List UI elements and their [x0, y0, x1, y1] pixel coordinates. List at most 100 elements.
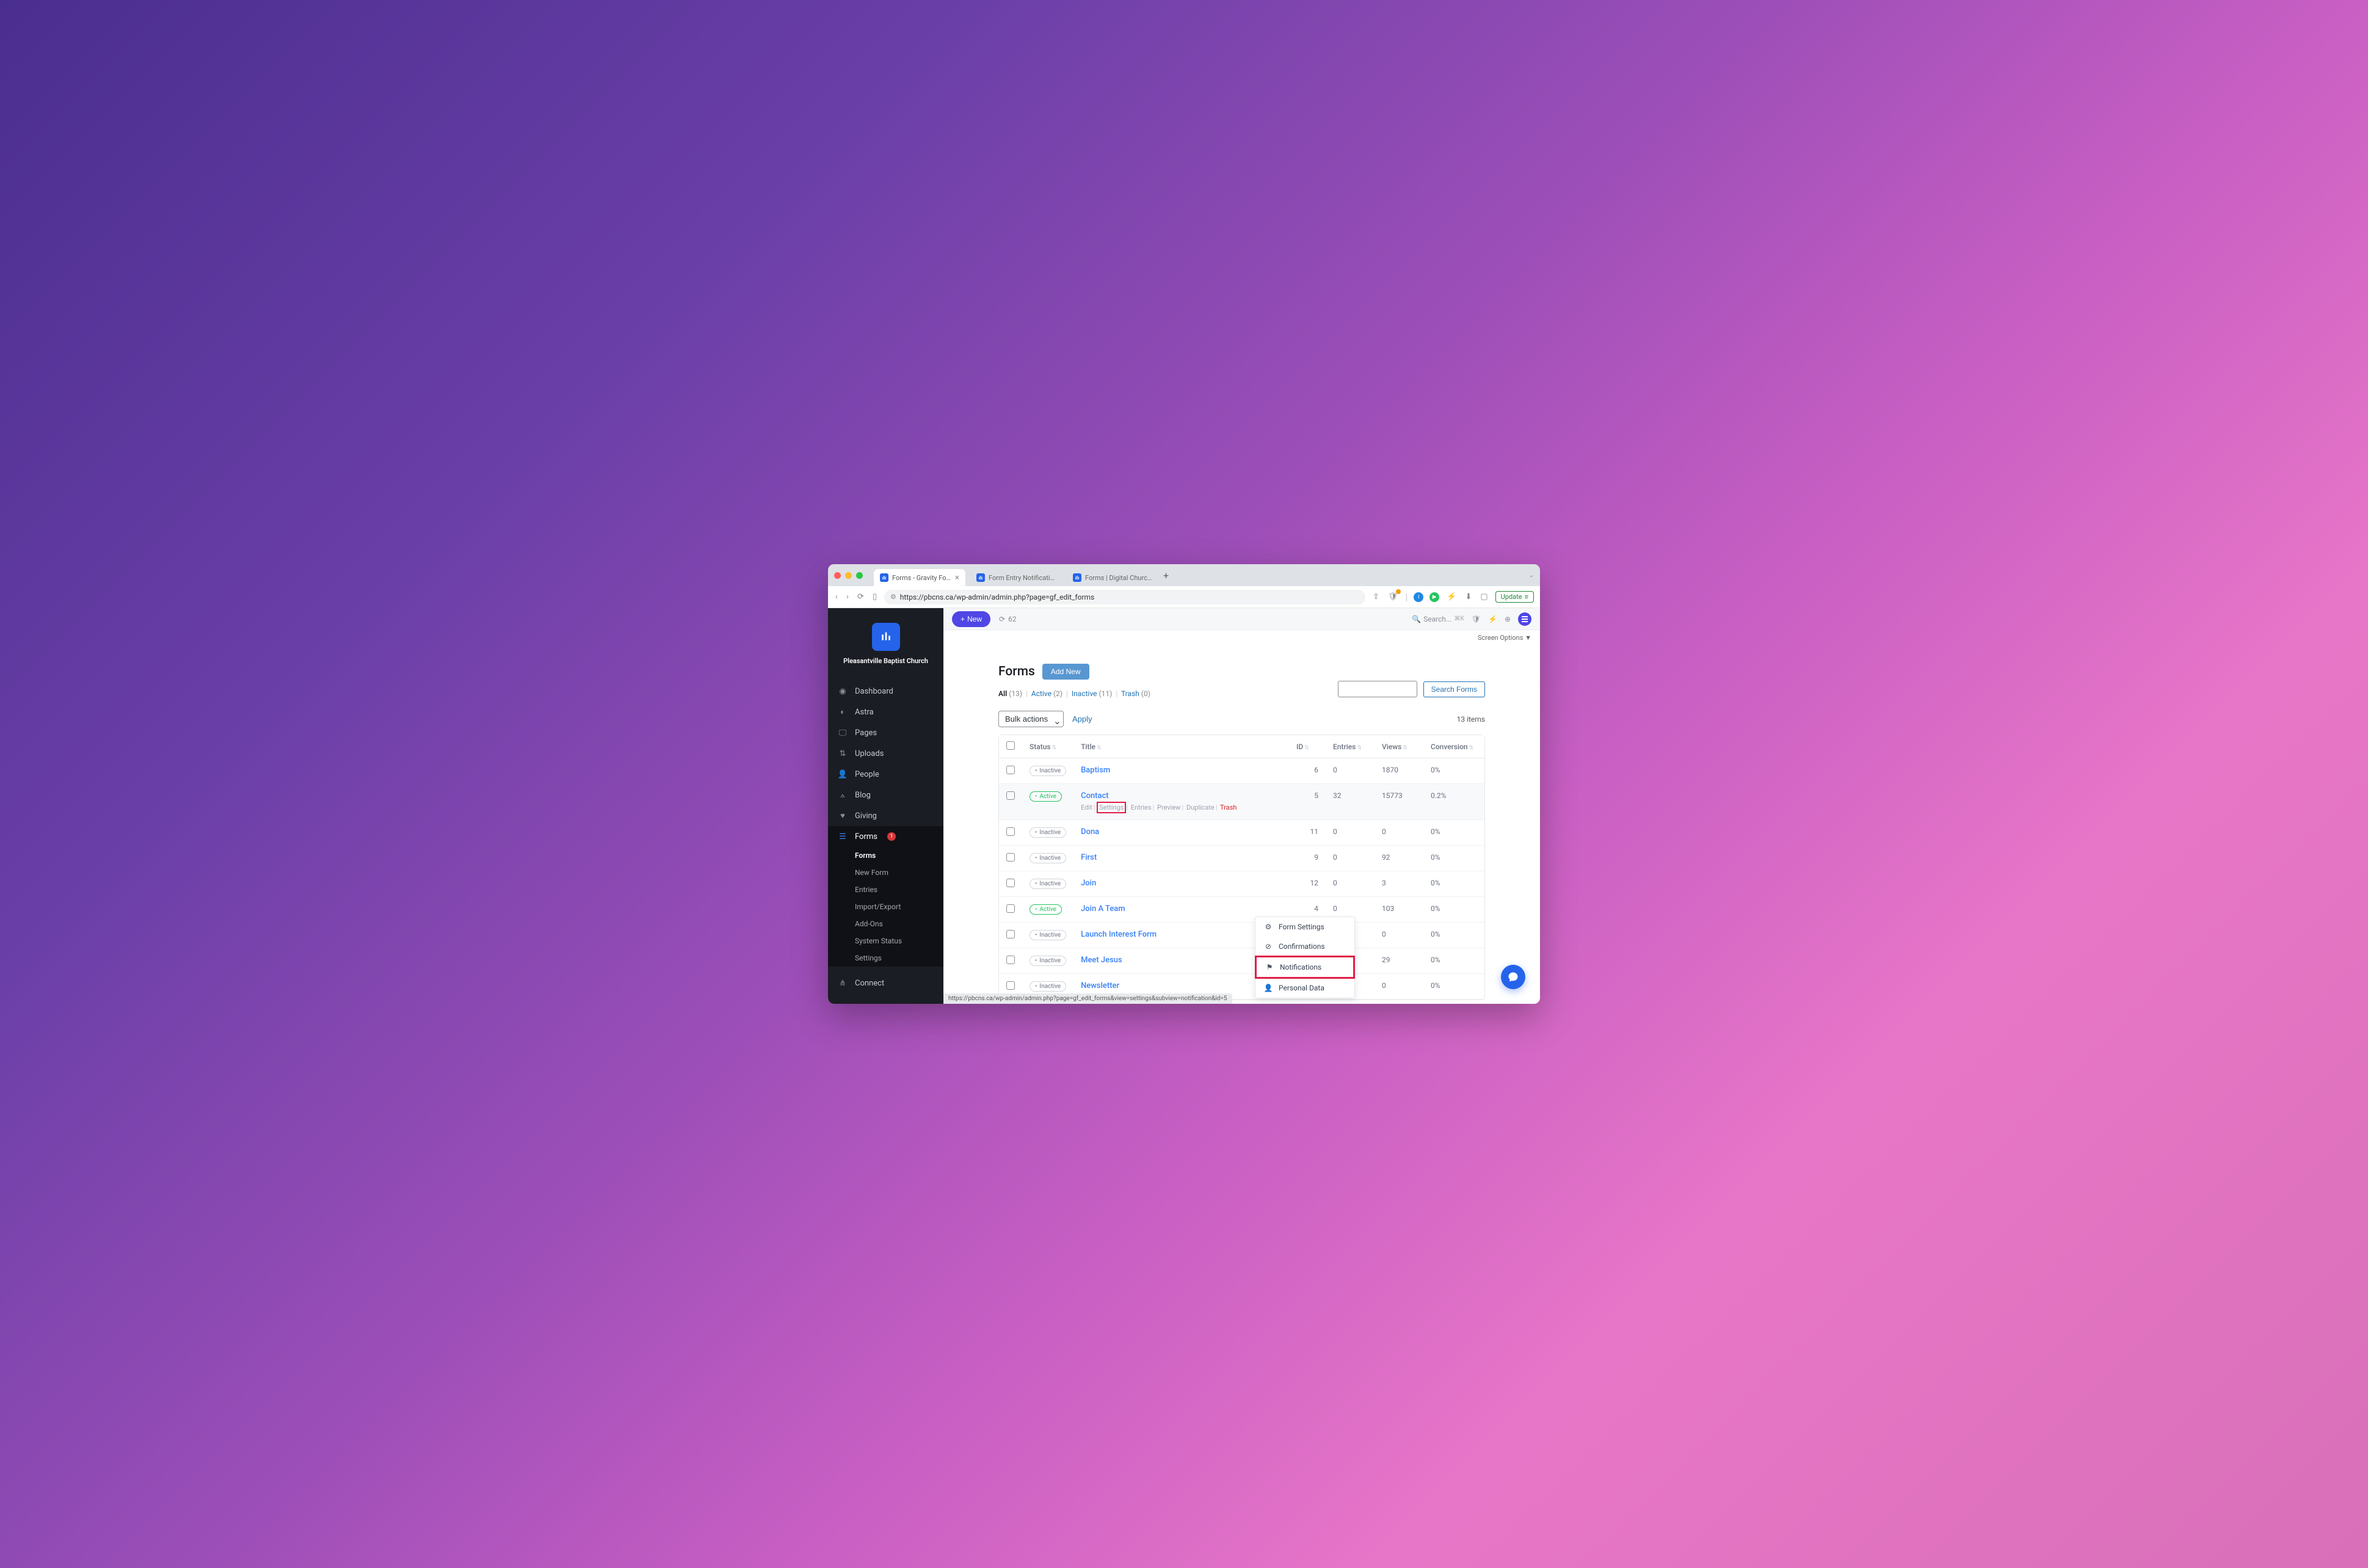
- search-input[interactable]: [1338, 681, 1417, 697]
- forms-icon: ☰: [838, 832, 848, 841]
- status-badge[interactable]: Inactive: [1030, 981, 1066, 992]
- submenu-new-form[interactable]: New Form: [828, 864, 943, 881]
- search-forms-button[interactable]: Search Forms: [1423, 681, 1485, 697]
- add-new-button[interactable]: Add New: [1042, 664, 1089, 680]
- submenu-import-export[interactable]: Import/Export: [828, 898, 943, 915]
- tab-3[interactable]: ılı Forms | Digital Church Guide: [1067, 569, 1158, 586]
- bolt-icon[interactable]: ⚡: [1488, 615, 1497, 623]
- sidebar-item-people[interactable]: 👤People: [828, 764, 943, 785]
- sync-status[interactable]: ⟳62: [999, 615, 1017, 623]
- ext-1-icon[interactable]: i: [1414, 592, 1423, 602]
- ext-2-icon[interactable]: ▶: [1429, 592, 1439, 602]
- dropdown-notifications[interactable]: ⚑Notifications: [1255, 956, 1355, 979]
- row-preview[interactable]: Preview: [1157, 804, 1180, 811]
- row-settings[interactable]: Settings: [1099, 804, 1124, 811]
- dropdown-personal-data[interactable]: 👤Personal Data: [1255, 978, 1354, 998]
- row-checkbox[interactable]: [1006, 791, 1015, 800]
- site-logo-icon[interactable]: [872, 623, 900, 651]
- close-window-icon[interactable]: [834, 572, 841, 579]
- forward-button[interactable]: ›: [845, 591, 850, 603]
- select-all-checkbox[interactable]: [1006, 741, 1015, 750]
- row-checkbox[interactable]: [1006, 904, 1015, 913]
- form-title-link[interactable]: Contact: [1081, 791, 1109, 800]
- form-title-link[interactable]: Newsletter: [1081, 981, 1119, 990]
- row-checkbox[interactable]: [1006, 827, 1015, 836]
- sidebar-item-blog[interactable]: ⟑Blog: [828, 785, 943, 805]
- user-menu-icon[interactable]: [1518, 612, 1531, 626]
- minimize-window-icon[interactable]: [845, 572, 852, 579]
- row-trash[interactable]: Trash: [1220, 804, 1237, 811]
- status-badge[interactable]: Inactive: [1030, 853, 1066, 863]
- download-icon[interactable]: ⬇: [1464, 591, 1473, 603]
- status-badge[interactable]: Inactive: [1030, 766, 1066, 776]
- submenu-settings[interactable]: Settings: [828, 949, 943, 967]
- row-duplicate[interactable]: Duplicate: [1186, 804, 1215, 811]
- update-button[interactable]: Update ≡: [1495, 591, 1534, 603]
- form-title-link[interactable]: Launch Interest Form: [1081, 930, 1157, 939]
- reload-button[interactable]: ⟳: [856, 591, 865, 603]
- status-badge[interactable]: Inactive: [1030, 827, 1066, 838]
- sidebar-item-astra[interactable]: ◐Astra: [828, 702, 943, 722]
- status-badge[interactable]: Inactive: [1030, 879, 1066, 889]
- row-checkbox[interactable]: [1006, 956, 1015, 964]
- shield-icon[interactable]: 🛡: [1472, 615, 1481, 623]
- sidebar-item-forms[interactable]: ☰Forms1: [828, 826, 943, 847]
- site-settings-icon[interactable]: ⚙: [890, 593, 896, 601]
- filter-trash[interactable]: Trash (0): [1121, 689, 1150, 698]
- form-title-link[interactable]: First: [1081, 853, 1097, 862]
- sidebar-item-giving[interactable]: ♥Giving: [828, 805, 943, 826]
- help-icon[interactable]: ⊕: [1505, 615, 1511, 623]
- row-checkbox[interactable]: [1006, 930, 1015, 938]
- address-bar[interactable]: ⚙ https://pbcns.ca/wp-admin/admin.php?pa…: [884, 590, 1365, 604]
- status-badge[interactable]: Inactive: [1030, 930, 1066, 940]
- back-button[interactable]: ‹: [834, 591, 839, 603]
- status-badge[interactable]: Inactive: [1030, 956, 1066, 966]
- submenu-addons[interactable]: Add-Ons: [828, 915, 943, 932]
- dropdown-form-settings[interactable]: ⚙Form Settings: [1255, 917, 1354, 937]
- status-badge[interactable]: Active: [1030, 904, 1062, 915]
- share-icon[interactable]: ⇪: [1371, 591, 1381, 603]
- new-tab-button[interactable]: +: [1163, 570, 1169, 581]
- apply-button[interactable]: Apply: [1072, 714, 1092, 724]
- form-title-link[interactable]: Join: [1081, 879, 1096, 888]
- filter-active[interactable]: Active (2): [1031, 689, 1062, 698]
- tabs-overflow-icon[interactable]: ⌄: [1529, 572, 1534, 579]
- submenu-entries[interactable]: Entries: [828, 881, 943, 898]
- row-checkbox[interactable]: [1006, 766, 1015, 774]
- form-title-link[interactable]: Join A Team: [1081, 904, 1125, 913]
- row-checkbox[interactable]: [1006, 981, 1015, 990]
- close-tab-icon[interactable]: ×: [955, 573, 959, 583]
- maximize-window-icon[interactable]: [856, 572, 863, 579]
- admin-sidebar: Pleasantville Baptist Church ◉Dashboard …: [828, 608, 943, 1004]
- content-area: Pleasantville Baptist Church ◉Dashboard …: [828, 608, 1540, 1004]
- chat-button[interactable]: [1501, 965, 1525, 989]
- row-edit[interactable]: Edit: [1081, 804, 1092, 811]
- sidebar-item-pages[interactable]: 🖵Pages: [828, 722, 943, 743]
- tab-1[interactable]: ılı Forms - Gravity Forms ‹ Plea ×: [874, 569, 965, 586]
- dropdown-confirmations[interactable]: ⊘Confirmations: [1255, 937, 1354, 956]
- submenu-system-status[interactable]: System Status: [828, 932, 943, 949]
- row-entries[interactable]: Entries: [1131, 804, 1152, 811]
- shield-icon[interactable]: 🛡: [1387, 591, 1400, 603]
- row-checkbox[interactable]: [1006, 879, 1015, 887]
- sidebar-item-connect[interactable]: ⋔Connect: [828, 973, 943, 993]
- submenu-forms[interactable]: Forms: [828, 847, 943, 864]
- bulk-actions-select[interactable]: Bulk actions: [998, 711, 1064, 727]
- bookmark-button[interactable]: ▯: [871, 591, 878, 603]
- extensions-icon[interactable]: ▢: [1479, 591, 1489, 603]
- filter-all[interactable]: All (13): [998, 689, 1022, 698]
- sidebar-item-uploads[interactable]: ⇅Uploads: [828, 743, 943, 764]
- ext-3-icon[interactable]: ⚡: [1445, 591, 1458, 603]
- new-button[interactable]: +New: [952, 611, 990, 627]
- form-title-link[interactable]: Dona: [1081, 827, 1099, 837]
- form-title-link[interactable]: Meet Jesus: [1081, 956, 1122, 965]
- form-title-link[interactable]: Baptism: [1081, 766, 1110, 775]
- search-trigger[interactable]: 🔍Search...⌘K: [1412, 615, 1464, 623]
- screen-options[interactable]: Screen Options ▼: [943, 630, 1540, 645]
- row-checkbox[interactable]: [1006, 853, 1015, 862]
- sidebar-item-dashboard[interactable]: ◉Dashboard: [828, 681, 943, 702]
- status-badge[interactable]: Active: [1030, 791, 1062, 802]
- tab-2[interactable]: ılı Form Entry Notification Emails | D: [970, 569, 1062, 586]
- filter-inactive[interactable]: Inactive (11): [1072, 689, 1112, 698]
- table-row: Inactive Dona 11 0 0 0%: [999, 820, 1484, 846]
